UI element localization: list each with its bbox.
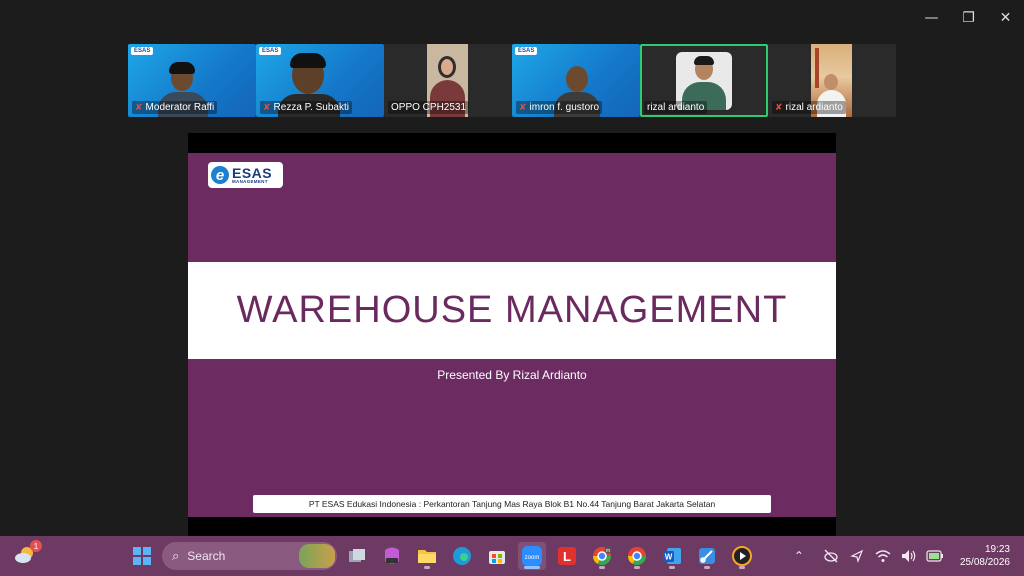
svg-text:m: m (606, 548, 610, 554)
participant-tile[interactable]: ESAS ✘ Rezza P. Subakti (256, 44, 384, 117)
participant-name: rizal ardianto (785, 102, 843, 113)
window-controls: — ❐ ✕ (913, 0, 1024, 36)
taskbar: 1 ⌕ Search zoom L m W ⌃ 19:23 25/08/2026 (0, 536, 1024, 576)
close-icon: ✕ (999, 10, 1012, 26)
folder-icon (418, 550, 436, 563)
participant-tile[interactable]: ESAS ✘ imron f. gustoro (512, 44, 640, 117)
media-player-icon (732, 546, 752, 566)
participant-name: Moderator Raffi (145, 102, 215, 113)
esas-e-icon: e (211, 166, 229, 184)
m365-copilot-button[interactable] (378, 542, 406, 570)
battery-charging-icon[interactable] (924, 545, 946, 567)
weather-widget[interactable]: 1 (14, 540, 42, 566)
participant-name-tag: OPPO CPH2531 (388, 101, 470, 114)
chrome-profile-icon: m (593, 546, 612, 566)
word-icon: W (663, 548, 681, 564)
mic-muted-icon: ✘ (519, 102, 527, 113)
footer-address: PT ESAS Edukasi Indonesia : Perkantoran … (308, 499, 716, 509)
chrome-profile-button[interactable]: m (588, 542, 616, 570)
participant-name-tag: rizal ardianto (644, 101, 708, 114)
edge-button[interactable] (448, 542, 476, 570)
participant-tile[interactable]: OPPO CPH2531 (384, 44, 512, 117)
participant-strip: ESAS ✘ Moderator Raffi ESAS ✘ Rezza P. S… (128, 44, 896, 117)
l-app-button[interactable]: L (553, 542, 581, 570)
participant-tile[interactable]: ESAS ✘ Moderator Raffi (128, 44, 256, 117)
participant-name: OPPO CPH2531 (391, 102, 467, 113)
task-view-button[interactable] (343, 542, 371, 570)
m365-copilot-icon (385, 547, 399, 564)
esas-management-logo: e ESAS MANAGEMENT (208, 162, 283, 188)
presentation-slide: e ESAS MANAGEMENT WAREHOUSE MANAGEMENT P… (188, 153, 836, 517)
restore-button[interactable]: ❐ (950, 0, 987, 36)
search-label: Search (187, 549, 226, 563)
esas-logo-icon: ESAS (515, 47, 538, 55)
presented-by-text: Presented By Rizal Ardianto (437, 368, 587, 382)
cloud-sync-off-icon[interactable] (820, 545, 842, 567)
location-icon[interactable] (846, 545, 868, 567)
word-button[interactable]: W (658, 542, 686, 570)
edge-icon (453, 547, 471, 565)
notification-badge: 1 (30, 540, 42, 552)
search-icon: ⌕ (172, 548, 180, 564)
restore-icon: ❐ (962, 10, 975, 26)
svg-text:W: W (665, 553, 673, 562)
esas-logo-icon: ESAS (131, 47, 154, 55)
start-button[interactable] (128, 542, 156, 570)
system-tray: ⌃ 19:23 25/08/2026 (788, 536, 1024, 576)
participant-name-tag: ✘ rizal ardianto (772, 101, 846, 114)
show-hidden-icons-chevron-up-icon[interactable]: ⌃ (788, 545, 810, 567)
minimize-icon: — (924, 10, 939, 26)
svg-text:L: L (563, 549, 571, 564)
snipping-tool-button[interactable] (693, 542, 721, 570)
svg-text:zoom: zoom (525, 555, 540, 561)
mic-muted-icon: ✘ (135, 102, 143, 113)
participant-tile-active[interactable]: rizal ardianto (640, 44, 768, 117)
esas-logo-icon: ESAS (259, 47, 282, 55)
logo-main-text: ESAS (232, 164, 273, 181)
media-player-button[interactable] (728, 542, 756, 570)
participant-name-tag: ✘ imron f. gustoro (516, 101, 603, 114)
clock-time: 19:23 (984, 544, 1010, 555)
logo-sub-text: MANAGEMENT (232, 178, 268, 184)
participant-name: rizal ardianto (647, 102, 705, 113)
snipping-tool-icon (699, 548, 715, 564)
slide-title: WAREHOUSE MANAGEMENT (236, 289, 788, 331)
windows-start-icon (133, 547, 151, 565)
participant-name-tag: ✘ Rezza P. Subakti (260, 101, 352, 114)
mic-muted-icon: ✘ (263, 102, 271, 113)
store-button[interactable] (483, 542, 511, 570)
chrome-button[interactable] (623, 542, 651, 570)
zoom-button[interactable]: zoom (518, 542, 546, 570)
minimize-button[interactable]: — (913, 0, 950, 36)
task-view-icon (349, 549, 365, 562)
l-app-icon: L (558, 547, 576, 565)
volume-icon[interactable] (898, 545, 920, 567)
search-highlight-image (299, 544, 335, 568)
footer-band: PT ESAS Edukasi Indonesia : Perkantoran … (253, 495, 771, 513)
clock-date: 25/08/2026 (959, 557, 1010, 568)
system-clock[interactable]: 19:23 25/08/2026 (960, 543, 1010, 569)
file-explorer-button[interactable] (413, 542, 441, 570)
close-button[interactable]: ✕ (987, 0, 1024, 36)
wifi-icon[interactable] (872, 545, 894, 567)
microsoft-store-icon (489, 551, 505, 564)
participant-name: Rezza P. Subakti (273, 102, 349, 113)
mic-muted-icon: ✘ (775, 102, 783, 113)
title-band: WAREHOUSE MANAGEMENT (188, 262, 836, 359)
participant-name: imron f. gustoro (529, 102, 600, 113)
participant-name-tag: ✘ Moderator Raffi (132, 101, 218, 114)
zoom-icon: zoom (522, 546, 542, 566)
taskbar-search[interactable]: ⌕ Search (162, 542, 337, 570)
shared-screen: e ESAS MANAGEMENT WAREHOUSE MANAGEMENT P… (188, 133, 836, 536)
participant-tile[interactable]: ✘ rizal ardianto (768, 44, 896, 117)
chrome-icon (628, 547, 646, 566)
